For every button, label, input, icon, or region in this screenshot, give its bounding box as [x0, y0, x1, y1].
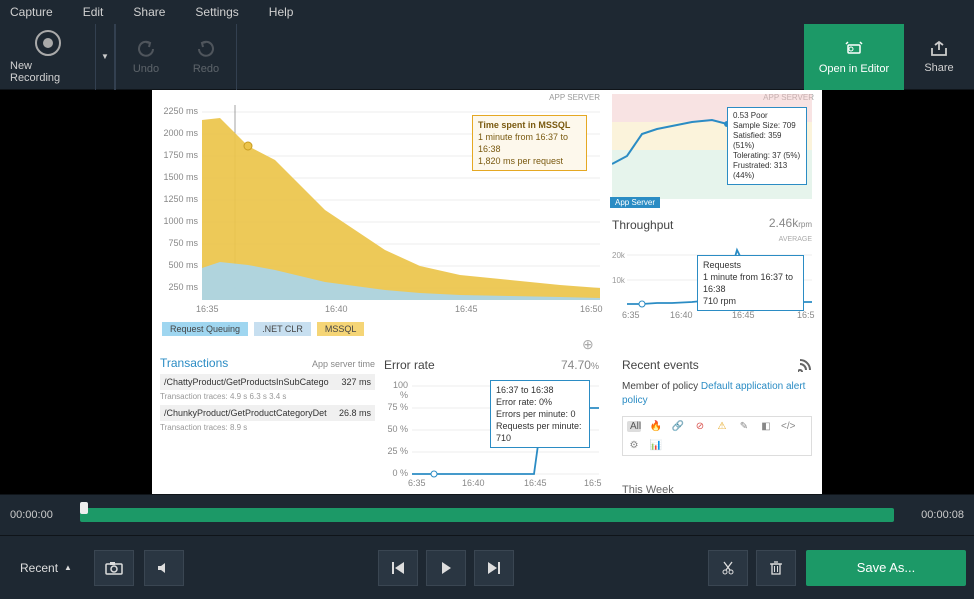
error-rate-value: 74.70%: [561, 358, 599, 372]
open-editor-label: Open in Editor: [819, 63, 889, 75]
controls-bar: Recent▲ Save As...: [0, 536, 974, 599]
menu-settings[interactable]: Settings: [195, 5, 238, 19]
transactions-panel: Transactions App server time /ChattyProd…: [160, 356, 375, 432]
filter-block-icon[interactable]: ⊘: [693, 421, 707, 432]
screenshot-button[interactable]: [94, 550, 134, 586]
throughput-title: Throughput: [612, 218, 673, 232]
events-title: Recent events: [622, 358, 812, 372]
redo-label: Redo: [193, 63, 219, 75]
transaction-row[interactable]: /ChunkyProduct/GetProductCategoryDet 26.…: [160, 405, 375, 421]
playhead[interactable]: [80, 502, 88, 514]
transaction-traces: Transaction traces: 4.9 s 6.3 s 3.4 s: [160, 392, 375, 401]
recent-button[interactable]: Recent▲: [8, 550, 84, 586]
volume-button[interactable]: [144, 550, 184, 586]
prev-button[interactable]: [378, 550, 418, 586]
chart-legend: Request Queuing .NET CLR MSSQL: [162, 322, 364, 336]
undo-button[interactable]: Undo: [116, 24, 176, 90]
legend-request-queuing[interactable]: Request Queuing: [162, 322, 248, 336]
undo-label: Undo: [133, 63, 159, 75]
menu-capture[interactable]: Capture: [10, 5, 53, 19]
new-recording-button[interactable]: New Recording: [0, 24, 95, 90]
play-button[interactable]: [426, 550, 466, 586]
filter-chart-icon[interactable]: 📊: [649, 440, 663, 451]
share-label: Share: [924, 62, 953, 74]
filter-warning-icon[interactable]: ⚠: [715, 421, 729, 432]
time-start: 00:00:00: [10, 509, 65, 521]
undo-icon: [136, 39, 156, 59]
delete-button[interactable]: [756, 550, 796, 586]
share-icon: [928, 40, 950, 58]
filter-link-icon[interactable]: 🔗: [671, 421, 685, 432]
legend-net-clr[interactable]: .NET CLR: [254, 322, 311, 336]
timeline-track[interactable]: [80, 508, 894, 522]
filter-gear-icon[interactable]: ⚙: [627, 440, 641, 451]
tooltip-error: 16:37 to 16:38 Error rate: 0% Errors per…: [490, 380, 590, 448]
menu-help[interactable]: Help: [269, 5, 294, 19]
save-as-button[interactable]: Save As...: [806, 550, 966, 586]
transaction-traces: Transaction traces: 8.9 s: [160, 423, 375, 432]
prev-icon: [391, 561, 405, 575]
redo-button[interactable]: Redo: [176, 24, 236, 90]
rss-icon[interactable]: [798, 358, 812, 372]
new-recording-label: New Recording: [10, 60, 85, 84]
next-button[interactable]: [474, 550, 514, 586]
tooltip-apdex: 0.53 Poor Sample Size: 709 Satisfied: 35…: [727, 107, 807, 185]
tooltip-time-spent: Time spent in MSSQL 1 minute from 16:37 …: [472, 115, 587, 171]
filter-all[interactable]: All: [627, 421, 641, 432]
menu-edit[interactable]: Edit: [83, 5, 104, 19]
cut-button[interactable]: [708, 550, 748, 586]
new-recording-dropdown[interactable]: ▼: [95, 24, 115, 90]
add-chart-icon[interactable]: ⊕: [582, 336, 594, 353]
record-icon: [35, 30, 61, 56]
error-rate-title: Error rate: [384, 358, 435, 372]
redo-icon: [196, 39, 216, 59]
video-viewport: APP SERVER APP SERVER 2250 ms 2000 ms 17…: [0, 90, 974, 494]
transactions-subtitle: App server time: [312, 359, 375, 369]
trash-icon: [769, 560, 783, 576]
next-icon: [487, 561, 501, 575]
transaction-row[interactable]: /ChattyProduct/GetProductsInSubCatego 32…: [160, 374, 375, 390]
app-server-tag[interactable]: App Server: [610, 197, 660, 208]
speaker-icon: [156, 561, 172, 575]
camera-icon: [105, 561, 123, 575]
time-end: 00:00:08: [909, 509, 964, 521]
menu-bar: Capture Edit Share Settings Help: [0, 0, 974, 24]
scissors-icon: [721, 560, 735, 576]
events-body: Member of policy Default application ale…: [622, 380, 812, 408]
toolbar: New Recording ▼ Undo Redo Open in Editor…: [0, 24, 974, 90]
filter-edit-icon[interactable]: ✎: [737, 421, 751, 432]
this-week-label: This Week: [622, 484, 674, 494]
svg-text:20k: 20k: [612, 251, 626, 260]
recent-events-panel: Recent events Member of policy Default a…: [622, 358, 812, 456]
filter-fire-icon[interactable]: 🔥: [649, 421, 663, 432]
editor-icon: [843, 39, 865, 59]
open-in-editor-button[interactable]: Open in Editor: [804, 24, 904, 90]
filter-layout-icon[interactable]: ◧: [759, 421, 773, 432]
transactions-title[interactable]: Transactions: [160, 356, 228, 370]
svg-text:10k: 10k: [612, 276, 626, 285]
captured-content: APP SERVER APP SERVER 2250 ms 2000 ms 17…: [152, 90, 822, 494]
share-button[interactable]: Share: [904, 24, 974, 90]
legend-mssql[interactable]: MSSQL: [317, 322, 365, 336]
menu-share[interactable]: Share: [133, 5, 165, 19]
filter-code-icon[interactable]: </>: [781, 421, 795, 432]
timeline: 00:00:00 00:00:08: [0, 494, 974, 536]
event-filter-icons: All 🔥 🔗 ⊘ ⚠ ✎ ◧ </> ⚙ 📊: [622, 416, 812, 456]
tooltip-throughput: Requests 1 minute from 16:37 to 16:38 71…: [697, 255, 804, 311]
play-icon: [439, 561, 453, 575]
